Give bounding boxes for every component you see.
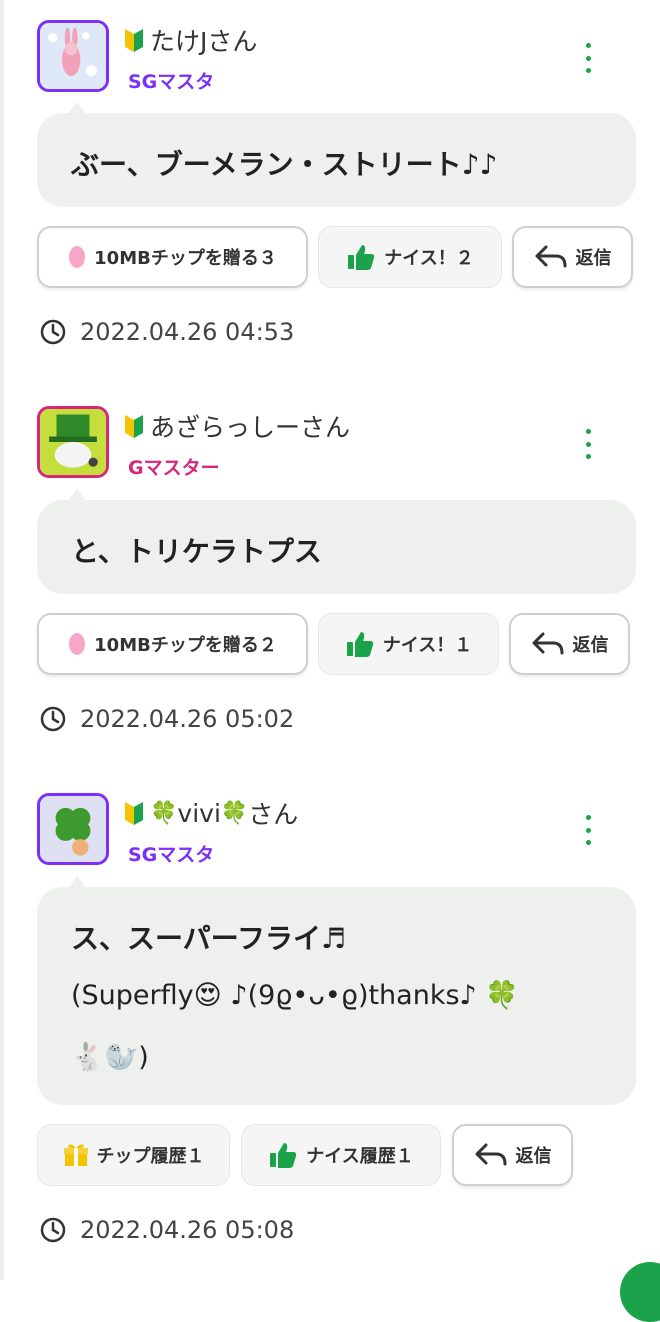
user-avatar[interactable] — [37, 793, 109, 865]
thumbs-up-icon — [345, 630, 375, 658]
reply-arrow-icon — [534, 244, 568, 270]
send-tip-label: 10MBチップを贈る２ — [94, 635, 277, 656]
tip-history-button[interactable]: チップ履歴１ — [37, 1124, 230, 1186]
beginner-mark-icon — [124, 413, 144, 439]
clock-icon — [40, 706, 66, 732]
timestamp-text: 2022.04.26 05:02 — [80, 705, 295, 733]
user-name-row: 🍀 vivi 🍀 さん — [124, 795, 298, 831]
reply-arrow-icon — [474, 1142, 508, 1168]
user-name-row: たけJさん — [124, 22, 257, 58]
user-name-row: あざらっしーさん — [124, 408, 350, 444]
nice-label: ナイス！２ — [384, 248, 474, 269]
send-tip-button[interactable]: 10MBチップを贈る３ — [37, 226, 308, 288]
clock-icon — [40, 1217, 66, 1243]
pink-petal-icon — [68, 632, 86, 656]
thumbs-up-icon — [268, 1141, 298, 1169]
user-rank: Gマスター — [128, 457, 220, 479]
reply-button[interactable]: 返信 — [509, 613, 630, 675]
more-options-icon[interactable] — [577, 43, 599, 73]
timestamp-text: 2022.04.26 04:53 — [80, 318, 295, 346]
reply-button[interactable]: 返信 — [452, 1124, 573, 1186]
pink-petal-icon — [68, 245, 86, 269]
message-line: 🐇🦭) — [71, 1042, 149, 1073]
beginner-mark-icon — [124, 800, 144, 826]
user-name[interactable]: vivi — [177, 799, 220, 828]
user-name-suffix: さん — [248, 800, 299, 829]
timestamp: 2022.04.26 05:08 — [40, 1216, 294, 1244]
clock-icon — [40, 319, 66, 345]
clover-icon: 🍀 — [150, 800, 178, 826]
thumbs-up-icon — [346, 243, 376, 271]
user-name[interactable]: あざらっしーさん — [150, 408, 350, 444]
tip-history-label: チップ履歴１ — [96, 1146, 205, 1167]
reply-arrow-icon — [531, 631, 565, 657]
reply-label: 返信 — [515, 1146, 552, 1167]
message-text: と、トリケラトプス — [71, 535, 322, 568]
more-options-icon[interactable] — [577, 429, 599, 459]
nice-button[interactable]: ナイス！１ — [318, 613, 499, 675]
timestamp: 2022.04.26 04:53 — [40, 318, 294, 346]
nice-label: ナイス！１ — [382, 635, 473, 656]
message-text: ス、スーパーフライ♬ — [71, 922, 347, 955]
message-text: ぶー、ブーメラン・ストリート♪♪ — [71, 148, 498, 181]
reply-label: 返信 — [572, 635, 609, 656]
reply-button[interactable]: 返信 — [512, 226, 633, 288]
user-avatar[interactable] — [37, 20, 109, 92]
timestamp-text: 2022.04.26 05:08 — [80, 1216, 295, 1244]
user-rank: SGマスタ — [128, 71, 215, 93]
send-tip-button[interactable]: 10MBチップを贈る２ — [37, 613, 308, 675]
message-line: (Superfly😍 ♪(9ϱ•ᴗ•ϱ)thanks♪ 🍀 — [71, 980, 519, 1011]
timestamp: 2022.04.26 05:02 — [40, 705, 294, 733]
floating-action-button[interactable] — [620, 1262, 660, 1322]
user-rank: SGマスタ — [128, 844, 215, 866]
message-bubble: ス、スーパーフライ♬ (Superfly😍 ♪(9ϱ•ᴗ•ϱ)thanks♪ 🍀… — [37, 887, 636, 1105]
reply-label: 返信 — [575, 248, 612, 269]
user-name[interactable]: たけJさん — [150, 22, 257, 58]
user-avatar[interactable] — [37, 406, 109, 478]
gift-icon — [63, 1142, 89, 1168]
send-tip-label: 10MBチップを贈る３ — [94, 248, 277, 269]
nice-button[interactable]: ナイス！２ — [318, 226, 502, 288]
clover-icon: 🍀 — [220, 800, 249, 826]
more-options-icon[interactable] — [577, 815, 599, 845]
nice-history-button[interactable]: ナイス履歴１ — [241, 1124, 441, 1186]
message-bubble: と、トリケラトプス — [37, 500, 636, 594]
beginner-mark-icon — [124, 27, 144, 53]
nice-history-label: ナイス履歴１ — [306, 1146, 414, 1167]
message-bubble: ぶー、ブーメラン・ストリート♪♪ — [37, 113, 636, 207]
left-edge-rule — [0, 0, 4, 1280]
